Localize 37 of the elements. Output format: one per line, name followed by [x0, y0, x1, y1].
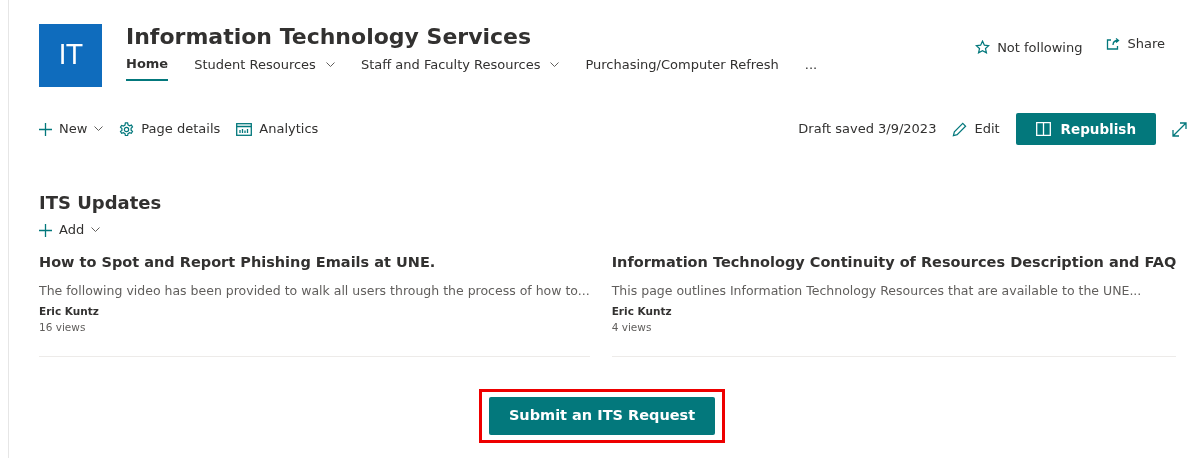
share-icon — [1106, 37, 1121, 51]
news-title[interactable]: How to Spot and Report Phishing Emails at UNE. — [39, 251, 590, 274]
follow-button[interactable]: Not following — [975, 38, 1083, 58]
page-details-button[interactable]: Page details — [119, 119, 221, 139]
news-description: The following video has been provided to walk all users through the process of how to... — [39, 281, 590, 300]
analytics-button[interactable]: Analytics — [236, 119, 319, 139]
site-logo: IT — [39, 24, 102, 87]
nav-link[interactable]: Purchasing/Computer Refresh — [585, 54, 779, 81]
view-count: 16 views — [39, 320, 87, 335]
news-description: This page outlines Information Technology Resources that are available to the UNE... — [611, 281, 1143, 300]
edit-button[interactable]: Edit — [952, 119, 1000, 139]
nav-link[interactable]: Staff and Faculty Resources — [360, 54, 560, 81]
chevron-icon — [91, 227, 101, 233]
chevron-icon — [94, 126, 104, 133]
site-title: Information Technology Services — [126, 24, 533, 51]
share-button[interactable]: Share — [1106, 34, 1165, 54]
chart-icon — [236, 122, 253, 136]
section-title: ITS Updates — [39, 191, 163, 216]
expand-icon — [1172, 121, 1187, 137]
submit-request-button[interactable]: Submit an ITS Request — [488, 396, 716, 435]
republish-button[interactable]: Republish — [1015, 113, 1156, 146]
nav-link[interactable]: ... — [804, 54, 818, 81]
plus-icon — [39, 122, 52, 136]
draft-status: Draft saved 3/9/2023 — [798, 120, 937, 139]
new-button[interactable]: New — [39, 119, 104, 139]
view-count: 4 views — [611, 320, 653, 335]
nav-link[interactable]: Student Resources — [194, 54, 335, 81]
author-name: Eric Kuntz — [611, 304, 673, 320]
author-name: Eric Kuntz — [39, 304, 100, 320]
plus-icon — [39, 223, 52, 237]
nav-link[interactable]: Home — [126, 54, 169, 81]
news-title[interactable]: Information Technology Continuity of Resources Description and FAQ — [611, 251, 1177, 274]
pencil-icon — [952, 121, 968, 137]
add-button[interactable]: Add — [39, 220, 101, 240]
star-icon — [975, 40, 991, 56]
settings-icon — [119, 121, 135, 137]
book-icon — [1035, 122, 1051, 137]
